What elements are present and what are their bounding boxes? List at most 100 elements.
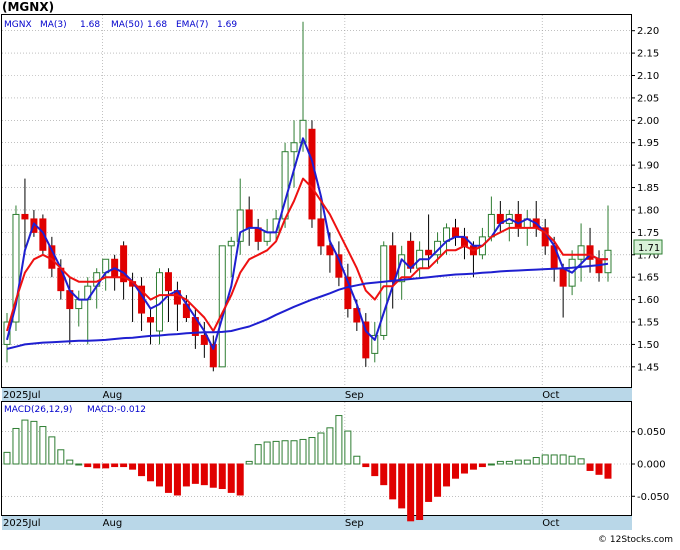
watermark: © 12Stocks.com <box>598 535 673 545</box>
price-y-tick-label: 1.65 <box>637 273 659 284</box>
macd-bar <box>21 419 29 465</box>
macd-bar <box>550 454 558 465</box>
candle-body <box>218 245 226 368</box>
macd-y-tick-label: 0.050 <box>637 427 666 438</box>
macd-bar <box>487 463 495 466</box>
legend-ema7-value: 1.69 <box>217 20 237 30</box>
macd-bar <box>48 436 56 465</box>
macd-bar <box>75 463 83 466</box>
price-y-tick-label: 2.05 <box>637 93 659 104</box>
macd-bar <box>272 440 280 465</box>
price-x-tick-label: 2025Jul <box>3 390 41 401</box>
macd-bar <box>200 463 208 486</box>
macd-bar <box>398 463 406 509</box>
macd-bar <box>317 432 325 465</box>
chart-stage: 2.20 2.15 2.10 2.05 2.00 1.95 1.90 1.85 1.80 1.75… <box>0 0 680 546</box>
macd-bar <box>173 463 181 496</box>
macd-bar <box>559 454 567 465</box>
macd-bar <box>344 430 352 465</box>
legend-ma3-label: MA(3) <box>40 20 67 30</box>
price-date-axis-band <box>2 388 632 401</box>
macd-bar <box>254 444 262 465</box>
macd-bar <box>443 463 451 487</box>
macd-bar <box>478 463 486 468</box>
macd-bar <box>57 449 65 465</box>
macd-bar <box>514 459 522 465</box>
candle-body <box>308 128 316 220</box>
macd-bar <box>496 460 504 465</box>
macd-date-axis-band <box>2 516 632 530</box>
candle-body <box>407 240 415 269</box>
legend-ma50-value: 1.68 <box>147 20 167 30</box>
macd-bar <box>182 463 190 487</box>
price-y-tick-label: 1.85 <box>637 183 659 194</box>
price-y-tick-label: 2.15 <box>637 49 659 60</box>
price-y-tick-label: 1.45 <box>637 362 659 373</box>
candle-body <box>227 240 235 247</box>
macd-x-tick-label: 2025Jul <box>3 518 41 529</box>
macd-y-tick-label: 0.000 <box>637 459 666 470</box>
price-y-tick-label: 1.55 <box>637 318 659 329</box>
macd-bar <box>523 459 531 465</box>
macd-bar <box>93 463 101 469</box>
candle-body <box>514 213 522 229</box>
macd-bar <box>290 440 298 465</box>
price-y-tick-label: 2.10 <box>637 71 659 82</box>
price-y-tick-label: 1.80 <box>637 205 659 216</box>
macd-bar <box>371 463 379 477</box>
macd-x-tick-label: Sep <box>345 518 364 529</box>
macd-bar <box>218 463 226 490</box>
macd-bar <box>263 441 271 465</box>
macd-bar <box>191 463 199 484</box>
macd-bar <box>577 458 585 465</box>
macd-bar <box>407 463 415 522</box>
macd-bar <box>66 459 74 465</box>
price-y-tick-label: 1.75 <box>637 228 659 239</box>
candle-body <box>452 227 459 238</box>
macd-bar <box>505 460 513 465</box>
candle-body <box>389 245 397 283</box>
macd-bar <box>586 463 594 471</box>
macd-bar <box>155 463 163 487</box>
macd-bar <box>308 437 316 465</box>
macd-bar <box>245 460 253 465</box>
macd-bar <box>39 426 47 465</box>
macd-bar <box>434 463 442 497</box>
macd-bar <box>299 438 307 465</box>
macd-bar <box>568 455 576 465</box>
macd-bar <box>111 463 119 468</box>
macd-bar <box>532 457 540 465</box>
macd-bar <box>281 440 289 465</box>
price-y-tick-label: 1.60 <box>637 295 659 306</box>
macd-legend-value: MACD:-0.012 <box>87 405 146 415</box>
macd-bar <box>380 463 388 486</box>
macd-bar <box>138 463 146 477</box>
macd-y-tick-label: -0.050 <box>637 492 669 503</box>
candle-body <box>245 209 253 229</box>
price-x-tick-label: Oct <box>542 390 559 401</box>
macd-bar <box>120 463 128 468</box>
macd-bar <box>147 463 155 482</box>
candle-body <box>147 317 155 323</box>
macd-bar <box>102 463 110 469</box>
macd-bar <box>460 463 468 474</box>
macd-bar <box>425 463 433 502</box>
candle-body <box>577 245 585 260</box>
current-price-tag: 1.71 <box>638 243 660 254</box>
macd-bar <box>326 427 334 465</box>
macd-bar <box>541 454 549 465</box>
candle-body <box>75 299 83 310</box>
price-y-tick-label: 2.00 <box>637 116 659 127</box>
price-y-tick-label: 1.90 <box>637 161 659 172</box>
macd-bar <box>30 420 38 465</box>
candle-body <box>559 267 567 287</box>
macd-bar <box>236 463 244 496</box>
candle-body <box>21 213 29 220</box>
macd-bar <box>389 463 397 500</box>
price-y-tick-label: 2.20 <box>637 26 659 37</box>
macd-bar <box>362 463 370 468</box>
legend-ma50-label: MA(50) <box>111 20 143 30</box>
macd-legend-label: MACD(26,12,9) <box>4 405 72 415</box>
macd-bar <box>452 463 459 479</box>
macd-bar <box>84 463 92 468</box>
